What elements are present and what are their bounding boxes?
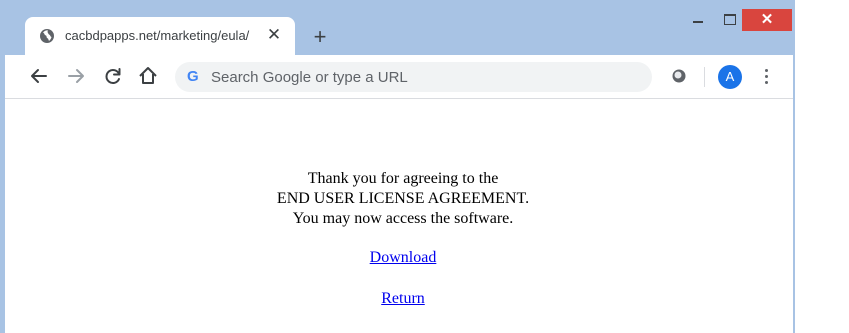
globe-icon [39, 28, 55, 44]
message-line: END USER LICENSE AGREEMENT. [276, 190, 530, 207]
toolbar-divider [704, 67, 705, 87]
tab-close-icon[interactable]: ✕ [265, 26, 283, 44]
profile-avatar[interactable]: A [718, 65, 742, 89]
reload-button[interactable] [100, 63, 126, 89]
address-bar[interactable]: G Search Google or type a URL [175, 62, 652, 92]
return-link[interactable]: Return [381, 290, 425, 307]
home-icon [139, 67, 157, 84]
message-line: You may now access the software. [292, 210, 514, 227]
return-row: Return [5, 290, 795, 308]
forward-button[interactable] [63, 63, 89, 89]
close-icon: ✕ [760, 11, 774, 28]
minimize-icon [693, 21, 703, 23]
maximize-button[interactable] [718, 9, 742, 31]
browser-toolbar: G Search Google or type a URL A [5, 55, 793, 99]
minimize-button[interactable] [686, 9, 710, 31]
download-link[interactable]: Download [370, 249, 437, 266]
back-button[interactable] [26, 63, 52, 89]
window-frame-right [793, 0, 795, 333]
message-line: Thank you for agreeing to the [307, 170, 499, 187]
reload-icon [105, 68, 121, 84]
google-icon: G [187, 68, 199, 85]
download-row: Download [5, 249, 795, 267]
tab-title: cacbdpapps.net/marketing/eula/ [65, 28, 250, 43]
more-menu-icon[interactable] [761, 67, 771, 87]
arrow-right-icon [68, 69, 84, 83]
browser-tab[interactable]: cacbdpapps.net/marketing/eula/ ✕ [25, 17, 295, 55]
maximize-icon [724, 14, 736, 25]
close-window-button[interactable]: ✕ [742, 9, 792, 31]
home-button[interactable] [135, 63, 161, 89]
arrow-left-icon [31, 69, 47, 83]
page-content: Thank you for agreeing to the END USER L… [5, 99, 793, 333]
browser-window: cacbdpapps.net/marketing/eula/ ✕ + ✕ G S… [0, 0, 795, 333]
eula-message: Thank you for agreeing to the END USER L… [5, 169, 795, 229]
extension-icon[interactable] [671, 68, 687, 84]
new-tab-button[interactable]: + [307, 24, 333, 50]
window-frame-left [0, 0, 5, 333]
title-bar: cacbdpapps.net/marketing/eula/ ✕ + ✕ [0, 0, 795, 55]
omnibox-placeholder: Search Google or type a URL [211, 69, 408, 86]
